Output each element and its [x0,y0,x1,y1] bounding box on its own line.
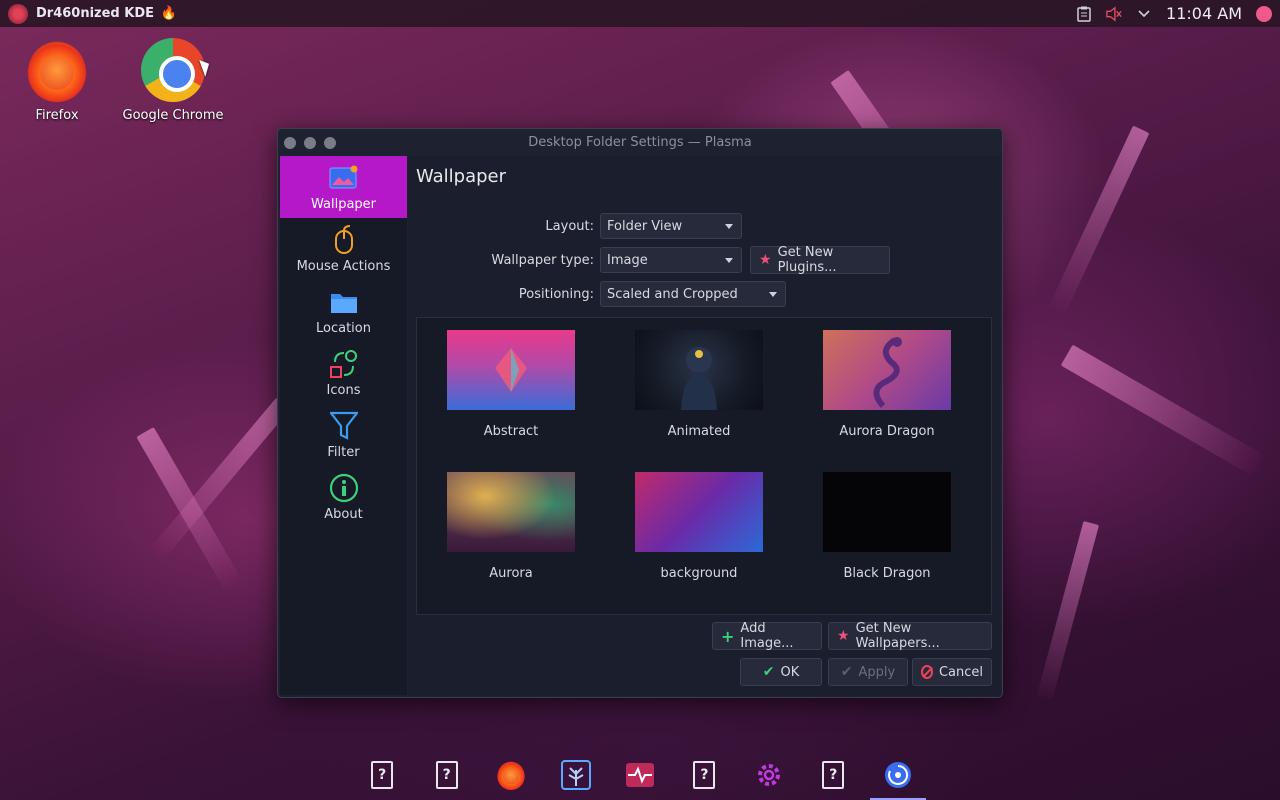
clock[interactable]: 11:04 AM [1166,4,1242,23]
get-new-plugins-button[interactable]: ★ Get New Plugins... [750,245,890,275]
wallpaper-preview [447,472,575,552]
settings-content: Wallpaper Layout: Folder View Wallpaper … [408,156,1000,695]
clipboard-icon[interactable] [1076,6,1092,22]
dragon-logo-icon[interactable] [8,3,28,24]
desktop-icon-chrome[interactable]: Google Chrome [118,38,228,123]
positioning-row: Positioning: Scaled and Cropped [404,281,786,307]
firefox-icon [496,760,527,790]
apply-button[interactable]: ✔ Apply [828,658,908,686]
mouse-icon [329,224,359,255]
info-icon [329,473,359,503]
check-icon: ✔ [840,664,853,680]
dock-item-unknown-app[interactable]: ? [801,750,865,800]
tree-icon [560,760,591,790]
positioning-select[interactable]: Scaled and Cropped [600,281,786,307]
activity-monitor-icon [625,763,654,787]
unknown-document-icon: ? [435,761,458,789]
wallpaper-thumb-black-dragon[interactable]: Black Dragon [797,472,977,581]
folder-icon [329,287,359,317]
wallpaper-shard [1060,344,1264,476]
window-title: Desktop Folder Settings — Plasma [528,135,752,150]
unknown-document-icon: ? [693,761,716,789]
firefox-icon [25,38,89,102]
wallpaper-icon [329,163,359,193]
wallpaper-thumb-aurora-dragon[interactable]: Aurora Dragon [797,330,977,439]
star-icon: ★ [759,252,772,268]
get-new-wallpapers-button[interactable]: ★ Get New Wallpapers... [828,621,992,651]
wallpaper-preview [823,472,951,552]
wallpaper-thumb-background[interactable]: background [609,472,789,581]
sidebar-item-filter[interactable]: Filter [280,404,407,466]
desktop-icon-firefox[interactable]: Firefox [2,38,112,123]
volume-muted-icon[interactable] [1106,5,1122,22]
wallpaper-shard [1036,520,1100,700]
wallpaper-thumb-abstract[interactable]: Abstract [421,330,601,439]
add-image-button[interactable]: + Add Image... [712,621,822,651]
ok-button[interactable]: ✔ OK [740,658,822,686]
sidebar-item-icons[interactable]: Icons [280,342,407,404]
chevron-down-icon[interactable] [1136,6,1152,22]
wallpaper-thumb-aurora[interactable]: Aurora [421,472,601,581]
gear-icon [757,764,780,786]
cancel-icon [921,665,933,679]
window-titlebar[interactable]: Desktop Folder Settings — Plasma [278,129,1002,156]
dock-item-system-monitor[interactable] [608,750,672,800]
layout-row: Layout: Folder View [404,213,742,239]
sidebar-item-mouse-actions[interactable]: Mouse Actions [280,218,407,280]
dock-item-unknown-app[interactable]: ? [414,750,478,800]
check-icon: ✔ [762,664,775,680]
wallpaper-shard [136,427,244,593]
settings-app-icon [884,762,911,788]
sidebar-item-location[interactable]: Location [280,280,407,342]
page-title: Wallpaper [416,166,507,187]
settings-sidebar: Wallpaper Mouse Actions Location Icons F… [280,156,407,695]
panel-title: Dr460nized KDE 🔥 [36,6,177,21]
unknown-document-icon: ? [371,761,394,789]
wallpaper-preview [823,330,951,410]
wallpaper-preview [447,330,575,410]
wallpaper-type-row: Wallpaper type: Image ★ Get New Plugins.… [404,245,890,275]
task-dock: ? ? ? ? [350,750,930,800]
icons-icon [329,349,359,379]
star-icon: ★ [837,628,850,644]
user-avatar-icon[interactable] [1256,5,1272,22]
top-panel: Dr460nized KDE 🔥 11:04 AM [0,0,1280,27]
settings-window: Desktop Folder Settings — Plasma Wallpap… [277,128,1003,698]
sidebar-item-about[interactable]: About [280,466,407,528]
wallpaper-shard [1048,125,1150,315]
dock-item-file-manager[interactable] [543,750,607,800]
dock-item-system-settings[interactable] [866,750,930,800]
chevron-down-icon [769,292,777,297]
dock-item-firefox[interactable] [479,750,543,800]
unknown-document-icon: ? [822,761,845,789]
dock-item-unknown-app[interactable]: ? [672,750,736,800]
chevron-down-icon [725,224,733,229]
wallpaper-preview [635,330,763,410]
chevron-down-icon [725,258,733,263]
wallpaper-thumb-animated[interactable]: Animated [609,330,789,439]
dock-item-unknown-app[interactable]: ? [350,750,414,800]
chrome-icon [141,38,205,102]
plus-icon: + [721,626,735,646]
sidebar-item-wallpaper[interactable]: Wallpaper [280,156,407,218]
filter-icon [329,411,359,441]
dock-item-settings[interactable] [737,750,801,800]
layout-select[interactable]: Folder View [600,213,742,239]
wallpaper-preview [635,472,763,552]
wallpaper-type-select[interactable]: Image [600,247,742,273]
cancel-button[interactable]: Cancel [912,658,992,686]
wallpaper-gallery: Abstract Animated Aurora Dragon Aurora b… [416,317,992,615]
